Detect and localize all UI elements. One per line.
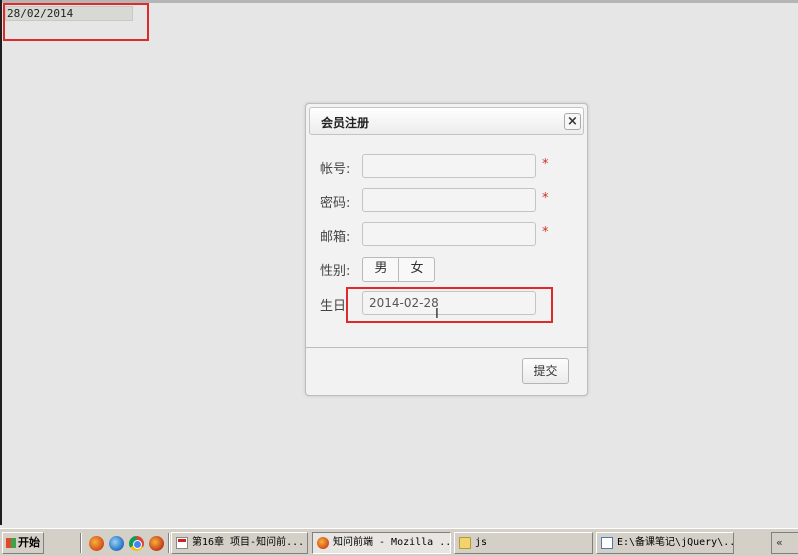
email-required-mark: * [542,225,549,240]
ie-icon[interactable] [109,536,124,551]
taskbar-item-label: 知问前端 - Mozilla ... [333,537,451,548]
taskbar-item-firefox[interactable]: 知问前端 - Mozilla ... [312,532,451,554]
folder-icon [459,537,471,549]
password-label: 密码: [320,196,351,211]
email-field[interactable] [362,222,536,246]
email-label: 邮箱: [320,230,351,245]
gender-male-button[interactable]: 男 [363,258,399,281]
account-label: 帐号: [320,162,351,177]
dialog-header[interactable]: 会员注册 × [309,107,584,135]
gender-female-button[interactable]: 女 [398,258,434,281]
quicklaunch-separator [80,533,82,553]
highlight-box-birthday [346,287,553,323]
start-label: 开始 [18,536,40,549]
highlight-box-date [3,3,149,41]
gender-label: 性别: [320,264,351,279]
taskbar: 开始 第16章 项目-知问前... 知问前端 - Mozilla ... js … [0,528,798,556]
quicklaunch-separator [168,533,170,553]
tray-expand-button[interactable]: « [771,532,798,554]
gender-radio-group: 男 女 [362,257,435,282]
password-required-mark: * [542,191,549,206]
close-icon[interactable]: × [564,113,581,130]
notepad-icon [601,537,613,549]
taskbar-item-label: 第16章 项目-知问前... [192,537,305,548]
taskbar-item-notes[interactable]: E:\备课笔记\jQuery\... [596,532,734,554]
firefox-icon[interactable] [149,536,164,551]
account-required-mark: * [542,157,549,172]
firefox-icon[interactable] [89,536,104,551]
chrome-icon[interactable] [129,536,144,551]
taskbar-item-label: E:\备课笔记\jQuery\... [617,537,734,548]
birthday-label: 生日 [320,299,347,314]
password-field[interactable] [362,188,536,212]
account-field[interactable] [362,154,536,178]
register-dialog: 会员注册 × 帐号: * 密码: * 邮箱: * 性别: 男 女 生日 I 提交 [305,103,588,396]
windows-flag-icon [6,538,16,548]
taskbar-item-label: js [475,537,488,548]
firefox-icon [317,537,329,549]
dialog-title: 会员注册 [321,116,370,130]
taskbar-item-project-doc[interactable]: 第16章 项目-知问前... [171,532,308,554]
document-icon [176,537,188,549]
start-button[interactable]: 开始 [2,532,44,554]
taskbar-item-js-folder[interactable]: js [454,532,593,554]
dialog-footer-divider [306,347,587,348]
submit-button[interactable]: 提交 [522,358,569,384]
window-left-border [0,0,2,525]
